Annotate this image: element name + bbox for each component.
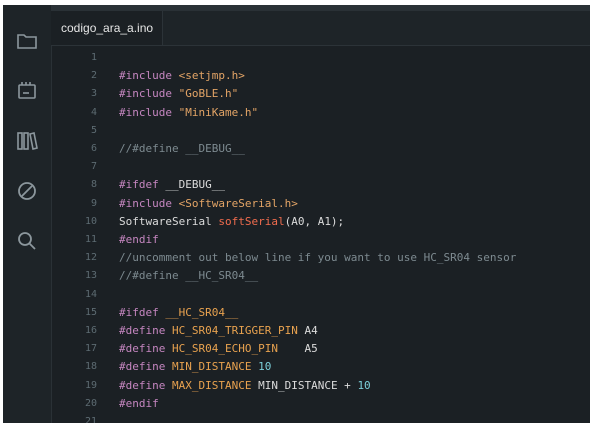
code-token: //#define __HC_SR04__ [119,269,259,283]
code-token: #include [119,87,179,101]
folder-icon[interactable] [15,29,39,53]
code-token: HC_SR04_ECHO_PIN [171,342,278,356]
line-number: 15 [84,306,97,318]
code-text: //#define __DEBUG__ [119,140,245,158]
code-text: #define MIN_DISTANCE 10 [119,358,271,376]
code-token: #include [119,196,179,210]
code-token: MAX_DISTANCE [171,378,252,392]
code-token: #include [119,105,179,119]
code-text: #include "GoBLE.h" [119,85,238,103]
library-icon[interactable] [15,129,39,153]
line-number: 21 [84,416,97,423]
code-text: #include <setjmp.h> [119,67,245,85]
line-number: 14 [84,288,97,300]
line-number: 16 [84,325,97,336]
code-token: __HC_SR04__ [165,305,239,319]
code-token: <SoftwareSerial.h> [178,196,298,210]
line-number: 20 [84,397,97,409]
code-text: #endif [119,395,159,413]
code-token: #endif [119,233,159,246]
tab-codigo-ara-a[interactable]: codigo_ara_a.ino [51,11,163,45]
code-token: <setjmp.h> [178,69,245,83]
line-number: 3 [90,88,97,100]
code-token: A5 [277,342,318,356]
code-text: #ifdef __DEBUG__ [119,176,225,194]
tab-bar: codigo_ara_a.ino [51,11,590,46]
code-text: //uncomment out below line if you want t… [119,249,516,267]
code-text: #include "MiniKame.h" [119,104,258,122]
code-token: #define [119,342,172,356]
search-icon[interactable] [15,229,39,253]
code-token: //#define __DEBUG__ [119,142,245,155]
code-token: //uncomment out below line if you want t… [119,251,517,265]
code-text: #ifdef __HC_SR04__ [119,304,238,322]
line-number: 18 [84,361,97,373]
line-number: 8 [90,179,97,191]
code-token: HC_SR04_TRIGGER_PIN [171,324,298,337]
line-number: 5 [90,124,97,136]
code-token: #define [119,360,172,374]
line-number: 2 [90,70,97,82]
code-token: #define [119,324,172,337]
code-text: #define HC_SR04_TRIGGER_PIN A4 [119,322,318,340]
line-number: 10 [84,215,97,227]
code-token: __DEBUG__ [165,178,225,192]
code-token: #ifdef [119,178,166,192]
code-token: #define [119,378,172,392]
code-token: SoftwareSerial [119,214,219,228]
line-number: 1 [90,52,97,63]
code-text: #define MAX_DISTANCE MIN_DISTANCE + 10 [119,377,371,395]
line-number: 11 [84,234,97,245]
line-number: 6 [90,143,97,154]
code-token: "GoBLE.h" [178,87,239,101]
code-token: #endif [119,396,159,410]
code-token: "MiniKame.h" [178,105,259,119]
code-token: #ifdef [119,305,166,319]
code-token: A4 [297,324,318,337]
line-number: 17 [84,343,97,355]
activity-bar [3,5,52,423]
line-number: 19 [84,379,97,391]
line-number: 9 [90,197,97,209]
code-token: softSerial [218,214,285,228]
code-token: MIN_DISTANCE + [251,378,358,392]
code-token: #include [119,69,179,83]
code-token: (A0, A1); [284,214,345,228]
code-editor[interactable]: 1 2 #include <setjmp.h> 3 #include "GoBLE.h"… [51,46,590,423]
code-text: //#define __HC_SR04__ [119,267,258,285]
line-number: 7 [90,161,97,173]
line-number: 4 [90,106,97,118]
code-text: SoftwareSerial softSerial(A0, A1); [119,213,344,231]
board-icon[interactable] [15,79,39,103]
line-number: 13 [84,270,97,282]
code-token: 10 [357,378,371,392]
code-text: #define HC_SR04_ECHO_PIN A5 [119,340,318,358]
line-number: 12 [84,252,97,264]
code-token: 10 [258,360,272,374]
code-token: MIN_DISTANCE [171,360,252,374]
code-text: #include <SoftwareSerial.h> [119,195,298,213]
editor-window: codigo_ara_a.ino 1 2 #include <setjmp.h> 3 #… [3,5,590,423]
code-text: #endif [119,231,159,249]
debug-icon[interactable] [15,179,39,203]
